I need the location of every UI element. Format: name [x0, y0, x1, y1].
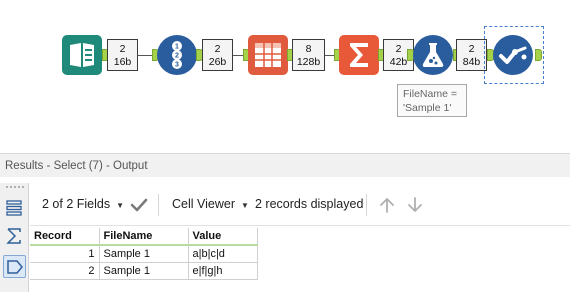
toolbar-divider: [366, 194, 367, 216]
value-cell[interactable]: a|b|c|d: [188, 245, 258, 263]
data-view-button[interactable]: [3, 197, 26, 220]
svg-text:2: 2: [175, 53, 179, 60]
cell-viewer-label: Cell Viewer: [172, 197, 235, 211]
summarize-tool[interactable]: [339, 35, 379, 75]
column-header-record[interactable]: Record: [30, 228, 100, 246]
message-view-button[interactable]: [3, 255, 26, 278]
scroll-down-button[interactable]: [406, 183, 424, 226]
workflow-canvas[interactable]: 2 16b 1 2 3 2 26b 8 128b 2 42b 2 84b Fil…: [0, 0, 570, 150]
grip-dots[interactable]: [6, 186, 24, 189]
filename-cell[interactable]: Sample 1: [99, 262, 189, 280]
svg-text:3: 3: [175, 62, 179, 69]
toolbar-divider: [158, 194, 159, 216]
output-port[interactable]: [535, 49, 542, 61]
results-side-toolbar: [0, 183, 29, 292]
record-id-tool[interactable]: 1 2 3: [157, 35, 197, 75]
tag-icon: [7, 260, 23, 274]
apply-fields-button[interactable]: [130, 183, 148, 226]
table-row[interactable]: 2 Sample 1 e|f|g|h: [30, 262, 258, 280]
header-row: Record FileName Value: [30, 228, 258, 246]
table-rows-icon: [6, 200, 22, 216]
filename-cell[interactable]: Sample 1: [99, 245, 189, 263]
sigma-icon: [6, 228, 21, 244]
record-count-badge: 2 26b: [202, 39, 233, 71]
record-id-icon: 1 2 3: [172, 41, 182, 69]
table-row[interactable]: 1 Sample 1 a|b|c|d: [30, 245, 258, 263]
formula-tool[interactable]: [413, 35, 453, 75]
column-header-value[interactable]: Value: [188, 228, 258, 246]
record-count-badge: 2 16b: [107, 39, 138, 71]
chevron-down-icon: ▼: [116, 201, 125, 210]
scroll-up-button[interactable]: [378, 183, 396, 226]
results-toolbar: 2 of 2 Fields ▼ Cell Viewer ▼ 2 records di…: [30, 183, 570, 226]
text-to-columns-tool[interactable]: [248, 35, 288, 75]
results-panel-title: Results - Select (7) - Output: [0, 153, 570, 177]
column-header-filename[interactable]: FileName: [99, 228, 189, 246]
fields-label: 2 of 2 Fields: [42, 197, 111, 211]
record-count-badge: 8 128b: [292, 39, 325, 71]
formula-icon: [422, 43, 444, 67]
checkmark-icon: [130, 198, 148, 212]
annotation-line: 'Sample 1': [403, 102, 452, 114]
records-displayed-text: 2 records displayed: [255, 197, 364, 211]
text-to-columns-icon: [255, 43, 281, 67]
summarize-icon: [350, 43, 368, 67]
input-data-icon: [70, 43, 94, 67]
tool-annotation: FileName = 'Sample 1': [397, 84, 467, 117]
chevron-down-icon: ▼: [241, 201, 249, 210]
select-icon: [499, 46, 527, 64]
select-tool[interactable]: [493, 35, 533, 75]
cell-viewer-dropdown[interactable]: Cell Viewer ▼: [172, 183, 249, 226]
results-grid[interactable]: Record FileName Value 1 Sample 1 a|b|c|d…: [30, 228, 258, 280]
arrow-up-icon: [380, 197, 394, 213]
input-data-tool[interactable]: [62, 35, 102, 75]
record-cell[interactable]: 1: [30, 245, 100, 263]
value-cell[interactable]: e|f|g|h: [188, 262, 258, 280]
annotation-line: FileName =: [403, 88, 457, 100]
fields-dropdown[interactable]: 2 of 2 Fields ▼: [42, 183, 124, 226]
arrow-down-icon: [408, 196, 422, 212]
metadata-view-button[interactable]: [3, 225, 26, 248]
record-count-badge: 2 84b: [456, 39, 487, 71]
svg-text:1: 1: [175, 44, 179, 51]
record-cell[interactable]: 2: [30, 262, 100, 280]
